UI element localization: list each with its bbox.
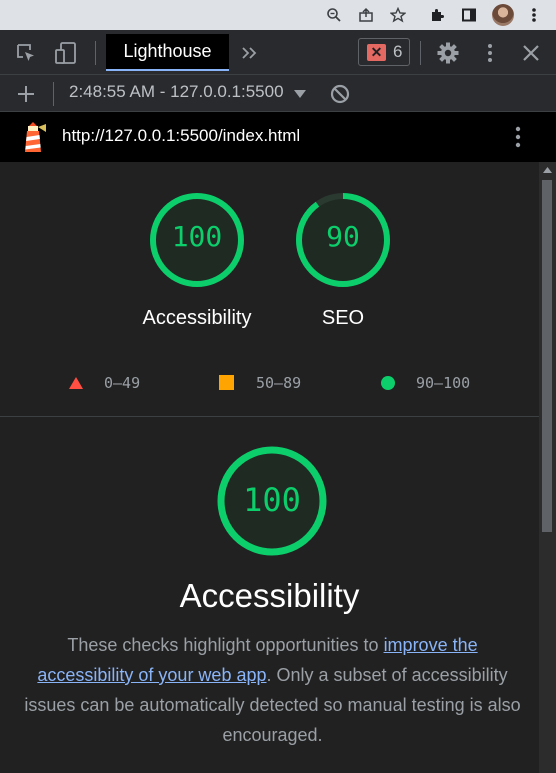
category-score: 100 (243, 481, 301, 519)
browser-toolbar-strip (0, 0, 556, 30)
gauge-score: 90 (326, 220, 360, 253)
error-icon: ✕ (367, 43, 386, 61)
zoom-icon[interactable] (324, 5, 344, 25)
content-scrollbar[interactable] (539, 162, 556, 773)
clear-reports-block-icon[interactable] (329, 83, 351, 105)
share-icon[interactable] (356, 5, 376, 25)
toolbar-divider (420, 41, 421, 65)
legend-fail-range: 0–49 (104, 374, 141, 392)
gauge-label: SEO (321, 307, 365, 329)
section-divider (0, 416, 539, 417)
side-panel-icon[interactable] (459, 5, 479, 25)
devtools-menu-icon[interactable] (481, 41, 499, 65)
gauge-seo[interactable]: 90 (295, 192, 391, 288)
scroll-up-arrow-icon[interactable] (543, 167, 552, 173)
errors-counter-button[interactable]: ✕ 6 (358, 38, 410, 66)
gauge-score: 100 (171, 220, 223, 253)
devtools-toolbar: Lighthouse ✕ 6 (0, 30, 556, 75)
average-square-icon (219, 375, 234, 390)
lighthouse-logo-icon (20, 120, 46, 154)
more-tabs-chevron-icon[interactable] (238, 42, 260, 64)
toolbar-divider (95, 41, 96, 65)
category-title: Accessibility (179, 577, 360, 614)
report-selector-bar: 2:48:55 AM - 127.0.0.1:5500 (0, 75, 556, 112)
report-select-value: 2:48:55 AM - 127.0.0.1:5500 (69, 82, 284, 101)
description-text: These checks highlight opportunities to (67, 635, 384, 655)
gauge-label: Accessibility (142, 307, 252, 329)
report-select-dropdown[interactable]: 2:48:55 AM - 127.0.0.1:5500 (69, 82, 284, 102)
tab-lighthouse[interactable]: Lighthouse (106, 34, 229, 71)
device-toolbar-icon[interactable] (53, 40, 79, 66)
close-devtools-icon[interactable] (519, 41, 543, 65)
legend-pass-range: 90–100 (416, 374, 471, 392)
dropdown-caret-icon[interactable] (293, 87, 307, 101)
scroll-thumb[interactable] (542, 180, 552, 532)
bookmark-star-icon[interactable] (388, 5, 408, 25)
error-count: 6 (393, 42, 403, 61)
tab-lighthouse-label: Lighthouse (123, 41, 212, 61)
report-menu-icon[interactable] (509, 125, 527, 149)
pass-circle-icon (380, 375, 396, 391)
category-description: These checks highlight opportunities to … (20, 630, 525, 750)
legend-average-range: 50–89 (256, 374, 302, 392)
chrome-menu-icon[interactable] (524, 5, 544, 25)
profile-avatar[interactable] (492, 4, 514, 26)
report-url: http://127.0.0.1:5500/index.html (62, 126, 301, 145)
lighthouse-report: 100 Accessibility 90 SEO 0–49 50–89 90–1… (0, 162, 539, 773)
inspect-element-icon[interactable] (14, 41, 38, 65)
report-url-bar: http://127.0.0.1:5500/index.html (0, 112, 556, 162)
fail-triangle-icon (68, 375, 84, 391)
toolbar-divider (53, 82, 54, 106)
gauge-accessibility[interactable]: 100 (149, 192, 245, 288)
new-report-plus-icon[interactable] (15, 83, 37, 105)
settings-gear-icon[interactable] (435, 40, 461, 66)
category-gauge-accessibility: 100 (217, 446, 327, 556)
extensions-puzzle-icon[interactable] (427, 5, 447, 25)
